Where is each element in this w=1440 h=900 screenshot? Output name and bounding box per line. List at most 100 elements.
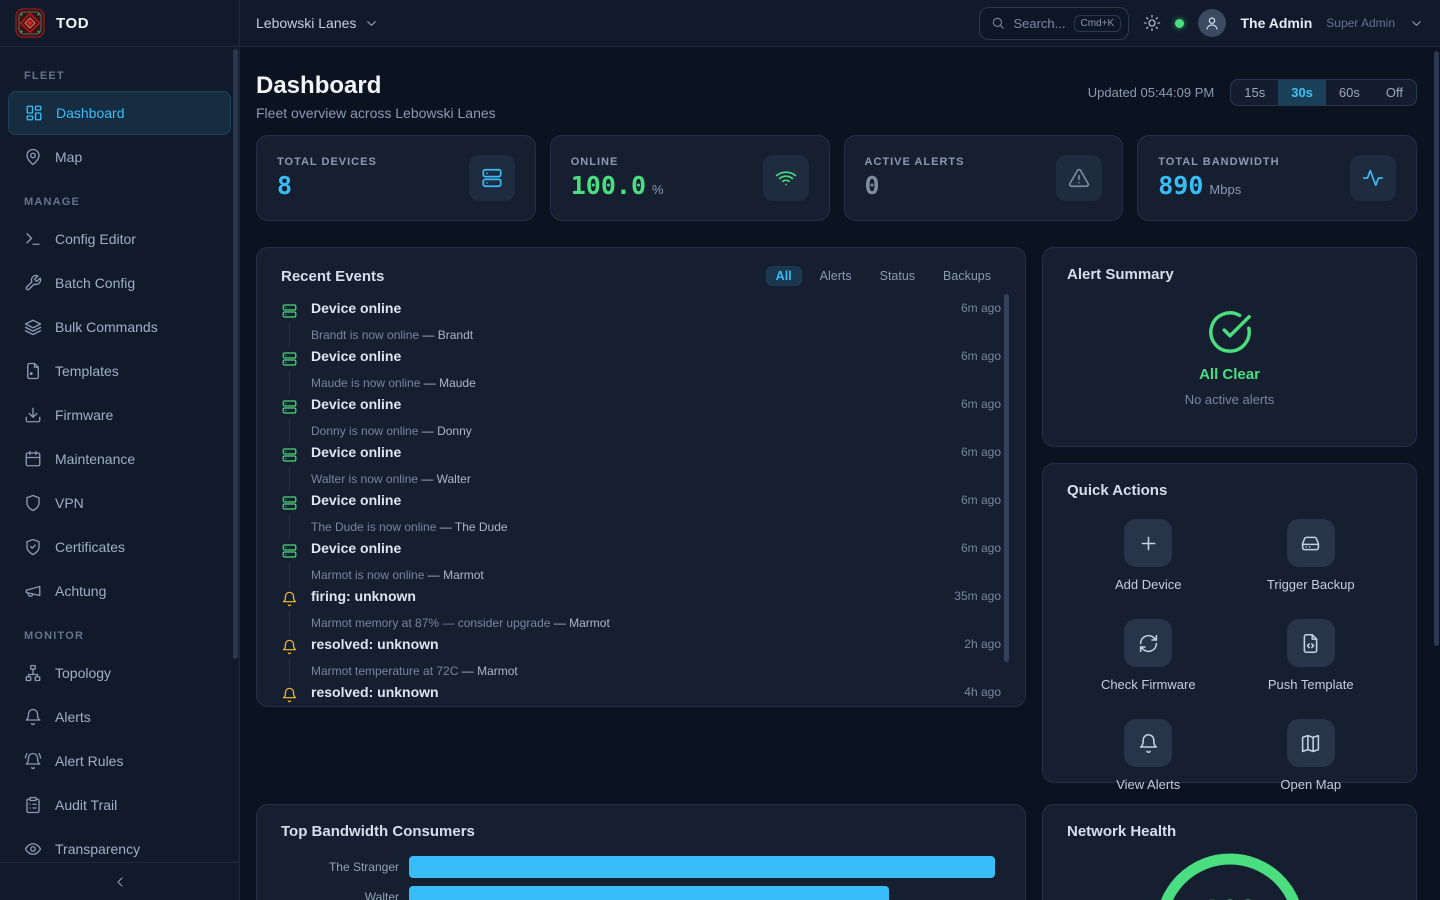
main-content: Dashboard Fleet overview across Lebowski… (240, 47, 1440, 900)
clipboard-icon (24, 796, 42, 814)
sidebar-item-config-editor[interactable]: Config Editor (8, 217, 231, 261)
push-template-button[interactable]: Push Template (1230, 619, 1393, 692)
stat-value: 8 (277, 172, 292, 200)
trigger-backup-button[interactable]: Trigger Backup (1230, 519, 1393, 592)
bell-icon (1138, 733, 1159, 754)
sidebar-item-bulk-commands[interactable]: Bulk Commands (8, 305, 231, 349)
rug-logo-icon (15, 8, 45, 38)
refresh-30s-button[interactable]: 30s (1278, 80, 1326, 105)
event-row[interactable]: Device online 6m ago Maude is now online… (281, 348, 1001, 396)
sidebar-item-dashboard[interactable]: Dashboard (8, 91, 231, 135)
recent-events-panel: Recent Events All Alerts Status Backups … (256, 247, 1026, 707)
sidebar-item-label: Batch Config (55, 275, 135, 291)
server-icon (481, 167, 503, 189)
stat-cards-row: TOTAL DEVICES 8 ONLINE 100.0 % (256, 135, 1417, 221)
event-row[interactable]: Device online 6m ago Walter is now onlin… (281, 444, 1001, 492)
check-firmware-button[interactable]: Check Firmware (1067, 619, 1230, 692)
tab-alerts[interactable]: Alerts (810, 266, 862, 286)
events-scrollbar[interactable] (1004, 294, 1009, 662)
page-subtitle: Fleet overview across Lebowski Lanes (256, 105, 496, 121)
quick-action-label: Check Firmware (1101, 677, 1196, 692)
event-row[interactable]: resolved: unknown 4h ago (281, 684, 1001, 707)
tab-backups[interactable]: Backups (933, 266, 1001, 286)
event-row[interactable]: firing: unknown 35m ago Marmot memory at… (281, 588, 1001, 636)
terminal-icon (24, 230, 42, 248)
sidebar-item-templates[interactable]: Templates (8, 349, 231, 393)
stat-card-online: ONLINE 100.0 % (550, 135, 830, 221)
event-row[interactable]: resolved: unknown 2h ago Marmot temperat… (281, 636, 1001, 684)
event-row[interactable]: Device online 6m ago The Dude is now onl… (281, 492, 1001, 540)
event-subtitle: Donny is now online — Donny (311, 424, 1001, 445)
stat-value: 890 (1158, 172, 1203, 200)
bell-icon (281, 636, 298, 658)
search-shortcut-badge: Cmd+K (1074, 15, 1122, 32)
sidebar-section-monitor: MONITOR (24, 629, 215, 643)
events-list: Device online 6m ago Brandt is now onlin… (281, 300, 1001, 707)
search-input[interactable]: Search... Cmd+K (979, 7, 1129, 40)
refresh-60s-button[interactable]: 60s (1326, 80, 1373, 105)
event-title: Device online (311, 492, 948, 516)
main-scrollbar[interactable] (1434, 51, 1439, 646)
sidebar-item-batch-config[interactable]: Batch Config (8, 261, 231, 305)
event-title: Device online (311, 348, 948, 372)
network-health-title: Network Health (1067, 823, 1176, 840)
org-selector[interactable]: Lebowski Lanes (256, 15, 379, 31)
sidebar-item-firmware[interactable]: Firmware (8, 393, 231, 437)
event-time: 6m ago (961, 348, 1001, 372)
theme-toggle-sun-icon[interactable] (1143, 14, 1161, 32)
sidebar-item-label: Achtung (55, 583, 106, 599)
user-menu-chevron-icon[interactable] (1409, 16, 1424, 31)
megaphone-icon (24, 582, 42, 600)
event-subtitle: Marmot memory at 87% — consider upgrade … (311, 616, 1001, 637)
tab-status[interactable]: Status (870, 266, 925, 286)
sidebar-item-vpn[interactable]: VPN (8, 481, 231, 525)
server-icon (281, 444, 298, 466)
sidebar-item-transparency[interactable]: Transparency (8, 827, 231, 862)
alert-summary-panel: Alert Summary All Clear No active alerts (1042, 247, 1417, 447)
event-row[interactable]: Device online 6m ago Donny is now online… (281, 396, 1001, 444)
eye-icon (24, 840, 42, 858)
quick-action-label: Push Template (1268, 677, 1354, 692)
refresh-off-button[interactable]: Off (1373, 80, 1416, 105)
event-row[interactable]: Device online 6m ago Brandt is now onlin… (281, 300, 1001, 348)
brand-name: TOD (56, 15, 89, 32)
event-title: firing: unknown (311, 588, 941, 612)
search-placeholder: Search... (1013, 16, 1065, 31)
sidebar-item-alerts[interactable]: Alerts (8, 695, 231, 739)
sidebar-scrollbar[interactable] (233, 49, 238, 659)
sidebar-item-map[interactable]: Map (8, 135, 231, 179)
bar-row: The Stranger (281, 856, 1001, 878)
bell-icon (24, 708, 42, 726)
open-map-button[interactable]: Open Map (1230, 719, 1393, 792)
event-time: 6m ago (961, 540, 1001, 564)
layout-dashboard-icon (25, 104, 43, 122)
avatar[interactable] (1198, 9, 1226, 37)
sidebar-item-alert-rules[interactable]: Alert Rules (8, 739, 231, 783)
connection-status-dot (1175, 19, 1184, 28)
event-title: resolved: unknown (311, 636, 951, 660)
event-subtitle: Marmot temperature at 72C — Marmot (311, 664, 1001, 685)
event-subtitle: Marmot is now online — Marmot (311, 568, 1001, 589)
bar-row: Walter (281, 886, 1001, 900)
top-bandwidth-title: Top Bandwidth Consumers (281, 823, 475, 840)
refresh-15s-button[interactable]: 15s (1231, 80, 1278, 105)
add-device-button[interactable]: Add Device (1067, 519, 1230, 592)
stat-label: TOTAL DEVICES (277, 156, 377, 168)
server-icon (281, 492, 298, 514)
plus-icon (1138, 533, 1159, 554)
sidebar-item-maintenance[interactable]: Maintenance (8, 437, 231, 481)
event-title: resolved: unknown (311, 684, 951, 707)
sidebar-footer (0, 862, 239, 900)
event-title: Device online (311, 396, 948, 420)
event-row[interactable]: Device online 6m ago Marmot is now onlin… (281, 540, 1001, 588)
event-time: 6m ago (961, 396, 1001, 420)
sidebar-item-topology[interactable]: Topology (8, 651, 231, 695)
sidebar-item-label: Alerts (55, 709, 91, 725)
user-icon (1204, 15, 1220, 31)
collapse-sidebar-icon[interactable] (112, 874, 128, 890)
sidebar-item-audit-trail[interactable]: Audit Trail (8, 783, 231, 827)
tab-all[interactable]: All (766, 266, 802, 286)
sidebar-item-certificates[interactable]: Certificates (8, 525, 231, 569)
sidebar-item-achtung[interactable]: Achtung (8, 569, 231, 613)
view-alerts-button[interactable]: View Alerts (1067, 719, 1230, 792)
